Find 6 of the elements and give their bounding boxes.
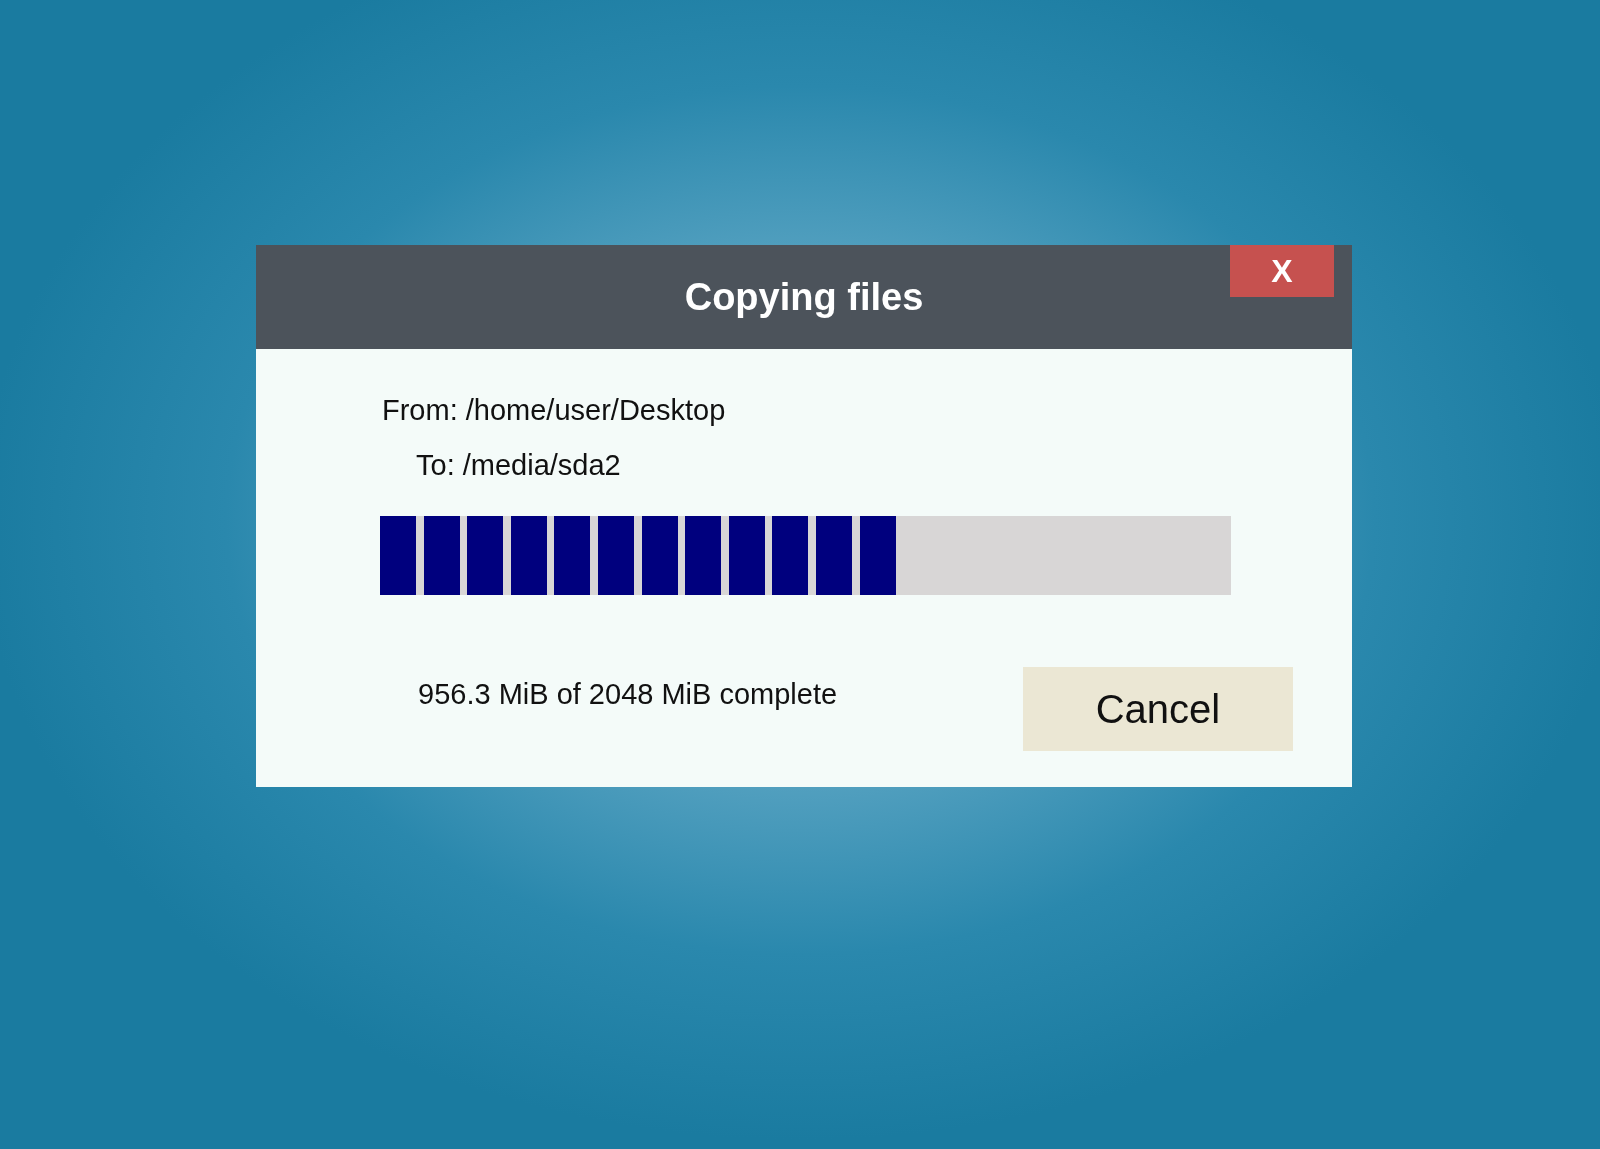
cancel-button[interactable]: Cancel xyxy=(1023,667,1293,751)
source-path: From: /home/user/Desktop xyxy=(382,393,727,428)
destination-path: To: /media/sda2 xyxy=(416,448,622,483)
close-button[interactable]: X xyxy=(1230,245,1334,297)
dialog-title: Copying files xyxy=(684,275,924,320)
progress-status: 956.3 MiB of 2048 MiB complete xyxy=(418,677,838,712)
